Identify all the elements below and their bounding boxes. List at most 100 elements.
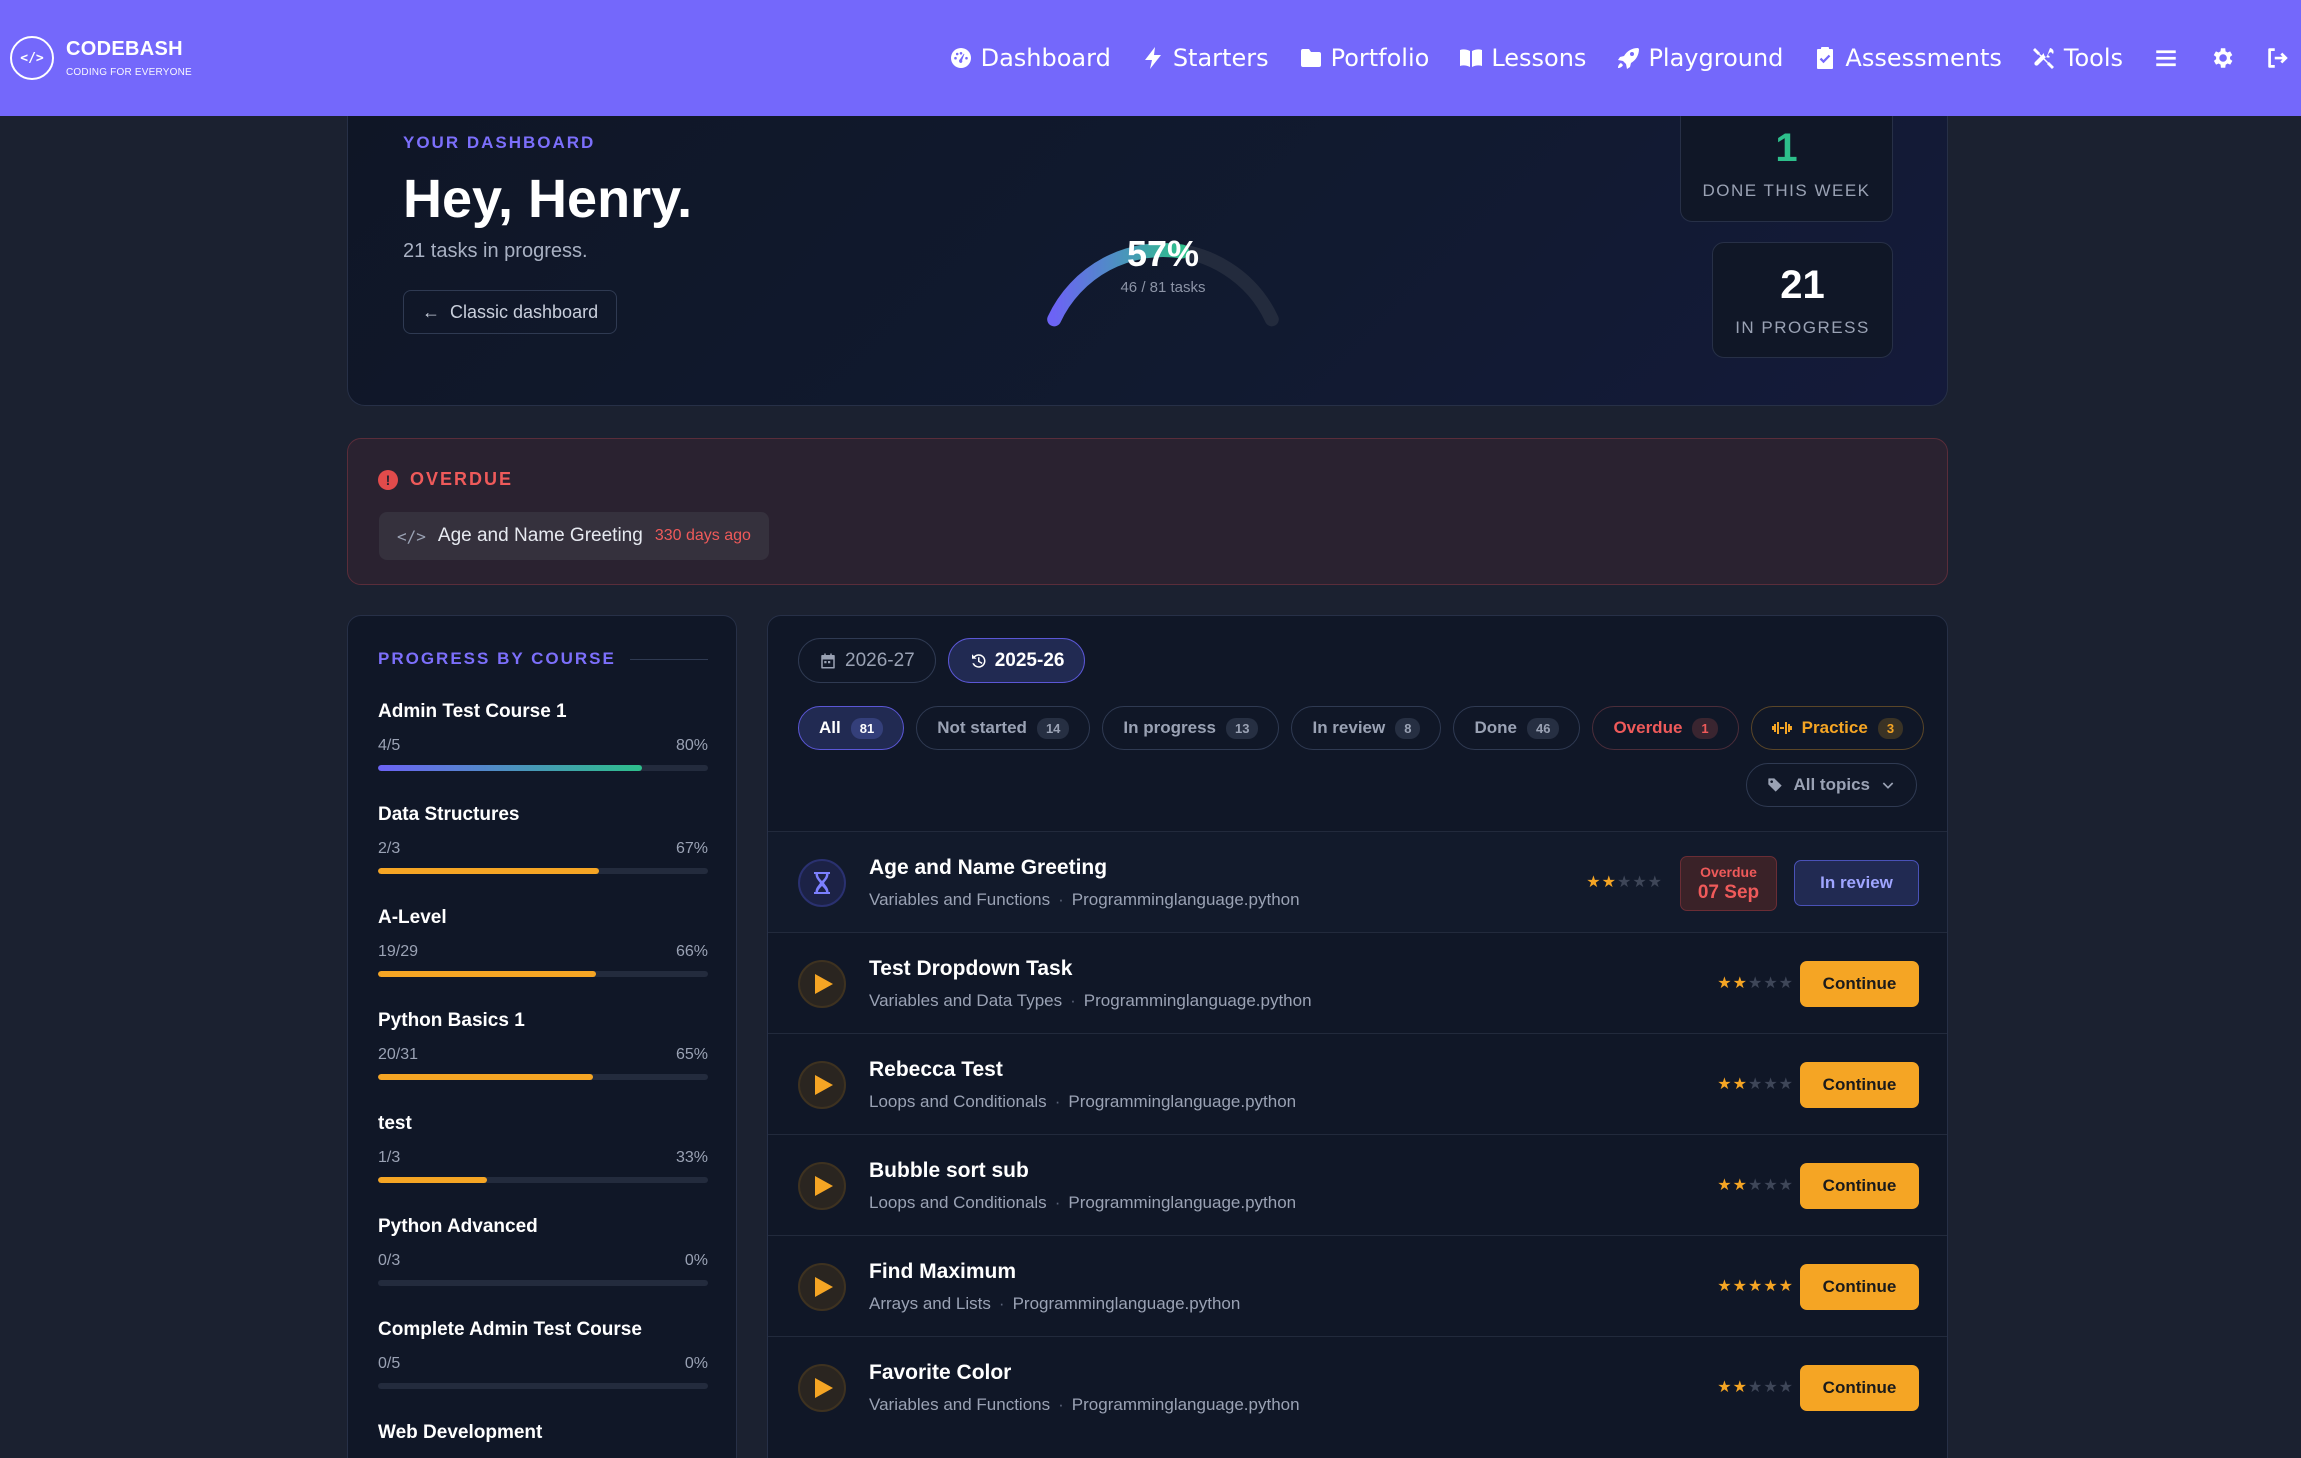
filter-label: Overdue [1613, 718, 1683, 737]
settings-button[interactable] [2209, 45, 2235, 71]
course-meta: 19/29 66% [378, 943, 708, 961]
star-icon: ★ [1778, 1177, 1794, 1194]
course-item[interactable]: test 1/3 33% [378, 1113, 708, 1183]
filter-label: Not started [937, 718, 1027, 737]
filter-practice[interactable]: Practice 3 [1750, 706, 1925, 750]
continue-button[interactable]: Continue [1800, 1264, 1919, 1310]
course-meta: 4/5 80% [378, 737, 708, 755]
overdue-item[interactable]: </> Age and Name Greeting 330 days ago [379, 512, 769, 560]
play-icon[interactable] [798, 1364, 846, 1412]
task-row[interactable]: Favorite Color Variables and Functions · Pr… [768, 1336, 1947, 1437]
stat-in-progress: 21 IN PROGRESS [1712, 242, 1893, 358]
task-topic: Variables and Functions [869, 1395, 1051, 1414]
course-count: 2/3 [378, 840, 401, 857]
continue-button[interactable]: Continue [1800, 1365, 1919, 1411]
course-item[interactable]: Python Basics 1 20/31 65% [378, 1010, 708, 1080]
filter-in-progress[interactable]: In progress 13 [1102, 706, 1280, 750]
code-icon: </> [397, 526, 426, 546]
gauge-tasks: 46 / 81 tasks [1120, 279, 1206, 296]
course-progress-fill [378, 971, 596, 977]
tab-year-2026-27[interactable]: 2026-27 [798, 638, 936, 683]
course-percent: 0% [684, 1355, 708, 1372]
tab-year-2025-26[interactable]: 2025-26 [947, 638, 1086, 683]
task-title: Favorite Color [869, 1361, 1012, 1384]
tasks-panel: 2026-27 2025-26 All 81 Not started 14 In… [767, 615, 1948, 1458]
course-count: 19/29 [378, 943, 419, 960]
course-progress-bar [378, 868, 708, 874]
nav-dashboard[interactable]: Dashboard [949, 44, 1111, 72]
in-review-button[interactable]: In review [1794, 860, 1919, 906]
course-item[interactable]: Complete Admin Test Course 0/5 0% [378, 1319, 708, 1389]
star-icon: ★ [1616, 874, 1633, 891]
nav-assessments[interactable]: Assessments [1813, 44, 2002, 72]
course-item[interactable]: Data Structures 2/3 67% [378, 804, 708, 874]
due-badge: Overdue 07 Sep [1680, 856, 1777, 911]
stat-progress-value: 21 [1780, 262, 1825, 307]
task-row[interactable]: Find Maximum Arrays and Lists · Programming… [768, 1235, 1947, 1336]
tools-icon [2032, 48, 2054, 69]
due-label: Overdue [1700, 863, 1757, 880]
course-item[interactable]: Python Advanced 0/3 0% [378, 1216, 708, 1286]
nav-playground[interactable]: Playground [1616, 44, 1783, 72]
task-text: Find Maximum Arrays and Lists · Programming… [869, 1260, 1240, 1314]
course-progress-bar [378, 765, 708, 771]
stat-done-label: DONE THIS WEEK [1702, 181, 1871, 200]
star-icon: ★ [1747, 975, 1764, 992]
course-meta: 0/3 0% [378, 1252, 708, 1270]
play-icon[interactable] [798, 960, 846, 1008]
continue-button[interactable]: Continue [1800, 1163, 1919, 1209]
play-icon[interactable] [798, 1061, 846, 1109]
courses-title: PROGRESS BY COURSE [378, 649, 616, 668]
nav-lessons[interactable]: Lessons [1459, 44, 1586, 72]
topics-dropdown[interactable]: All topics [1746, 763, 1917, 807]
filter-count: 14 [1036, 717, 1070, 739]
task-row[interactable]: Bubble sort sub Loops and Conditionals · Pr… [768, 1134, 1947, 1235]
classic-dashboard-button[interactable]: ← Classic dashboard [403, 290, 618, 334]
task-row[interactable]: Age and Name Greeting Variables and Funct… [768, 831, 1947, 932]
play-icon[interactable] [798, 1263, 846, 1311]
task-text: Rebecca Test Loops and Conditionals · Progr… [869, 1058, 1296, 1112]
nav-tools[interactable]: Tools [2032, 44, 2123, 72]
course-meta: 0/5 0% [378, 1355, 708, 1373]
task-subtitle: Loops and Conditionals · Programminglangua… [869, 1193, 1296, 1213]
filter-in-review[interactable]: In review 8 [1291, 706, 1442, 750]
chevron-down-icon [1882, 782, 1894, 789]
filter-label: Done [1474, 718, 1517, 737]
task-language: Programminglanguage.python [1083, 991, 1312, 1010]
task-language: Programminglanguage.python [1071, 890, 1300, 909]
star-icon: ★ [1778, 975, 1794, 992]
task-language: Programminglanguage.python [1012, 1294, 1241, 1313]
nav-starters-label: Starters [1172, 44, 1269, 72]
status-filters: All 81 Not started 14 In progress 13 In … [798, 706, 1928, 750]
filter-count: 8 [1395, 717, 1421, 739]
course-item[interactable]: Admin Test Course 1 4/5 80% [378, 701, 708, 771]
stat-done-this-week: 1 DONE THIS WEEK [1680, 100, 1893, 222]
course-progress-bar [378, 1280, 708, 1286]
course-progress-fill [378, 868, 600, 874]
tab-year-label: 2026-27 [845, 649, 915, 671]
overdue-item-name: Age and Name Greeting [437, 525, 643, 546]
task-row[interactable]: Test Dropdown Task Variables and Data Typ… [768, 932, 1947, 1033]
play-icon[interactable] [798, 1162, 846, 1210]
filter-all[interactable]: All 81 [798, 706, 905, 750]
course-item[interactable]: Web Development [378, 1422, 708, 1458]
task-language: Programminglanguage.python [1071, 1395, 1300, 1414]
star-icon: ★ [1717, 1177, 1733, 1194]
brand[interactable]: </> CODEBASH CODING FOR EVERYONE [10, 36, 192, 80]
filter-overdue[interactable]: Overdue 1 [1592, 706, 1739, 750]
nav-portfolio[interactable]: Portfolio [1299, 44, 1429, 72]
course-item[interactable]: A-Level 19/29 66% [378, 907, 708, 977]
star-icon: ★ [1632, 874, 1648, 891]
nav-starters[interactable]: Starters [1141, 44, 1269, 72]
menu-button[interactable] [2153, 45, 2179, 71]
star-icon: ★ [1717, 975, 1733, 992]
tag-icon [1768, 778, 1783, 792]
continue-button[interactable]: Continue [1800, 1062, 1919, 1108]
filter-done[interactable]: Done 46 [1453, 706, 1581, 750]
continue-button[interactable]: Continue [1800, 961, 1919, 1007]
filter-not-started[interactable]: Not started 14 [916, 706, 1091, 750]
task-row[interactable]: Rebecca Test Loops and Conditionals · Progr… [768, 1033, 1947, 1134]
star-icon: ★ [1717, 1076, 1733, 1093]
logout-button[interactable] [2265, 45, 2291, 71]
nav-lessons-label: Lessons [1491, 44, 1587, 72]
